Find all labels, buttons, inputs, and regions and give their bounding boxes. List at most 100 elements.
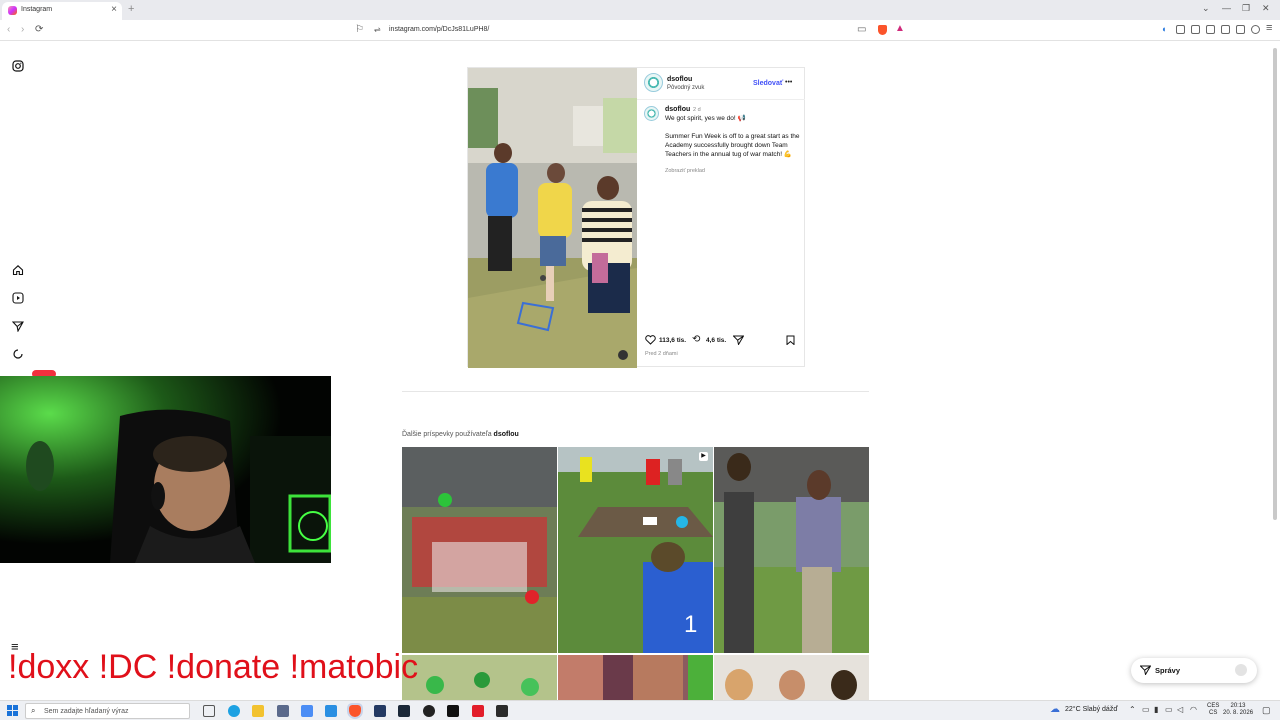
volume-icon[interactable]: ◁ bbox=[1177, 705, 1183, 714]
stream-command-overlay: !doxx !DC !donate !matobic bbox=[8, 648, 419, 686]
brave-shields-icon[interactable] bbox=[878, 25, 887, 35]
brave-rewards-icon[interactable]: ▲ bbox=[895, 23, 905, 34]
new-tab-button[interactable]: + bbox=[128, 3, 134, 15]
forward-button[interactable]: › bbox=[21, 24, 24, 35]
page-scrollbar[interactable] bbox=[1273, 48, 1277, 520]
vpn-icon[interactable] bbox=[1251, 25, 1260, 34]
like-icon[interactable] bbox=[645, 335, 656, 345]
brave-taskbar-icon[interactable] bbox=[347, 703, 363, 719]
post-date: Pred 2 dňami bbox=[645, 351, 678, 357]
comment-avatar[interactable] bbox=[644, 106, 659, 121]
url-field[interactable]: ⇌ instagram.com/p/DcJs81LuPH8/ bbox=[370, 23, 910, 38]
grid-post-2-image: 1 bbox=[558, 447, 713, 653]
tab-bar: Instagram × + ⌄ — ❐ ✕ bbox=[0, 0, 1280, 20]
clock[interactable]: 20:13 20. 8. 2026 bbox=[1223, 703, 1253, 717]
messages-icon[interactable] bbox=[12, 320, 24, 332]
caption-line1: We got spirit, yes we do! 📢 bbox=[665, 115, 746, 122]
weather-icon[interactable]: ☁ bbox=[1050, 704, 1060, 715]
maximize-button[interactable]: ❐ bbox=[1242, 3, 1250, 14]
tab-title: Instagram bbox=[21, 6, 53, 13]
start-icon[interactable] bbox=[7, 705, 18, 716]
reload-icon[interactable]: ⟳ bbox=[35, 24, 43, 35]
app-icon-3[interactable] bbox=[374, 705, 386, 717]
cast-icon[interactable]: ▭ bbox=[857, 24, 866, 35]
tab-instagram[interactable]: Instagram × bbox=[2, 2, 122, 20]
repost-count[interactable]: 4,6 tis. bbox=[706, 337, 726, 344]
network-icon[interactable]: ◠ bbox=[1190, 705, 1197, 714]
taskbar-search[interactable]: ⌕ Sem zadajte hľadaný výraz bbox=[25, 703, 190, 719]
notifications-icon[interactable]: ▢ bbox=[1262, 705, 1271, 716]
minimize-button[interactable]: — bbox=[1222, 3, 1231, 13]
follow-button[interactable]: Sledovať bbox=[753, 80, 783, 87]
weather-text[interactable]: 22°C Slabý dážď bbox=[1065, 706, 1118, 713]
audio-label[interactable]: Pôvodný zvuk bbox=[667, 85, 704, 91]
save-icon[interactable] bbox=[786, 335, 795, 345]
search-placeholder: Sem zadajte hľadaný výraz bbox=[44, 708, 129, 715]
grid-post-6[interactable] bbox=[714, 655, 869, 700]
grid-post-1[interactable] bbox=[402, 447, 557, 653]
grid-post-2[interactable]: 1 ▶ bbox=[558, 447, 713, 653]
grid-post-4-image bbox=[402, 655, 557, 700]
close-window-button[interactable]: ✕ bbox=[1262, 3, 1270, 14]
obs-icon[interactable] bbox=[423, 705, 435, 717]
post-video[interactable] bbox=[468, 68, 637, 368]
app-icon-2[interactable] bbox=[325, 705, 337, 717]
home-icon[interactable] bbox=[12, 264, 24, 276]
language-bottom: CS bbox=[1209, 710, 1218, 716]
author-username[interactable]: dsoflou bbox=[667, 76, 692, 83]
translate-link[interactable]: Zobraziť preklad bbox=[665, 168, 705, 174]
media-icon[interactable] bbox=[1191, 25, 1200, 34]
grid-post-3-image bbox=[714, 447, 869, 653]
post-card: dsoflou Pôvodný zvuk Sledovať ••• dsoflo… bbox=[467, 67, 805, 368]
repost-icon[interactable]: ⟲ bbox=[692, 334, 700, 345]
steam-icon[interactable] bbox=[398, 705, 410, 717]
extensions-icon[interactable] bbox=[1176, 25, 1185, 34]
messages-button[interactable]: Správy bbox=[1131, 658, 1257, 683]
taskbar: ⌕ Sem zadajte hľadaný výraz ☁ 22°C Slabý… bbox=[0, 700, 1280, 720]
share-icon[interactable] bbox=[733, 335, 744, 345]
mic-icon[interactable]: ▮ bbox=[1154, 705, 1158, 714]
sidebar-icon[interactable] bbox=[1206, 25, 1215, 34]
grid-post-6-image bbox=[714, 655, 869, 700]
language-indicator[interactable]: CES CS bbox=[1207, 703, 1219, 717]
like-count[interactable]: 113,6 tis. bbox=[659, 337, 686, 344]
loading-spinner-icon bbox=[13, 349, 23, 359]
leo-icon[interactable] bbox=[1236, 25, 1245, 34]
instagram-logo-icon[interactable] bbox=[12, 60, 24, 72]
more-posts-user[interactable]: dsoflou bbox=[494, 431, 519, 438]
task-view-icon[interactable] bbox=[203, 705, 215, 717]
tray-chevron-icon[interactable]: ⌃ bbox=[1129, 705, 1136, 714]
video-frame-image bbox=[468, 68, 637, 368]
app-icon-5[interactable] bbox=[472, 705, 484, 717]
site-info-icon[interactable]: ⇌ bbox=[374, 25, 381, 34]
store-icon[interactable] bbox=[277, 705, 289, 717]
tray-icon-1[interactable]: ▭ bbox=[1142, 705, 1150, 714]
clock-time: 20:13 bbox=[1230, 703, 1246, 709]
instagram-favicon-icon bbox=[8, 6, 17, 15]
author-avatar[interactable] bbox=[644, 73, 663, 92]
more-posts-label: Ďalšie príspevky používateľa bbox=[402, 431, 492, 438]
tab-close-button[interactable]: × bbox=[111, 4, 117, 15]
grid-post-3[interactable] bbox=[714, 447, 869, 653]
more-options-icon[interactable]: ••• bbox=[785, 79, 792, 86]
comment-username[interactable]: dsoflou bbox=[665, 106, 690, 113]
back-button[interactable]: ‹ bbox=[7, 24, 10, 35]
divider bbox=[637, 99, 805, 100]
section-divider bbox=[402, 391, 869, 392]
grid-post-5[interactable] bbox=[558, 655, 713, 700]
grid-post-4[interactable] bbox=[402, 655, 557, 700]
bookmark-icon[interactable]: ⚐ bbox=[355, 24, 364, 35]
tab-search-icon[interactable]: ⌄ bbox=[1202, 3, 1210, 14]
file-explorer-icon[interactable] bbox=[252, 705, 264, 717]
reels-icon[interactable] bbox=[12, 292, 24, 304]
display-icon[interactable]: ▭ bbox=[1165, 705, 1173, 714]
wallet-icon[interactable] bbox=[1221, 25, 1230, 34]
edge-icon[interactable] bbox=[228, 705, 240, 717]
more-posts-heading: Ďalšie príspevky používateľa dsoflou bbox=[402, 431, 519, 438]
language-top: CES bbox=[1207, 703, 1220, 709]
app-icon-1[interactable] bbox=[301, 705, 313, 717]
app-icon-6[interactable] bbox=[496, 705, 508, 717]
app-icon-4[interactable] bbox=[447, 705, 459, 717]
menu-icon[interactable]: ≡ bbox=[1266, 22, 1272, 34]
audio-playing-icon[interactable]: ◖ bbox=[1161, 24, 1166, 34]
